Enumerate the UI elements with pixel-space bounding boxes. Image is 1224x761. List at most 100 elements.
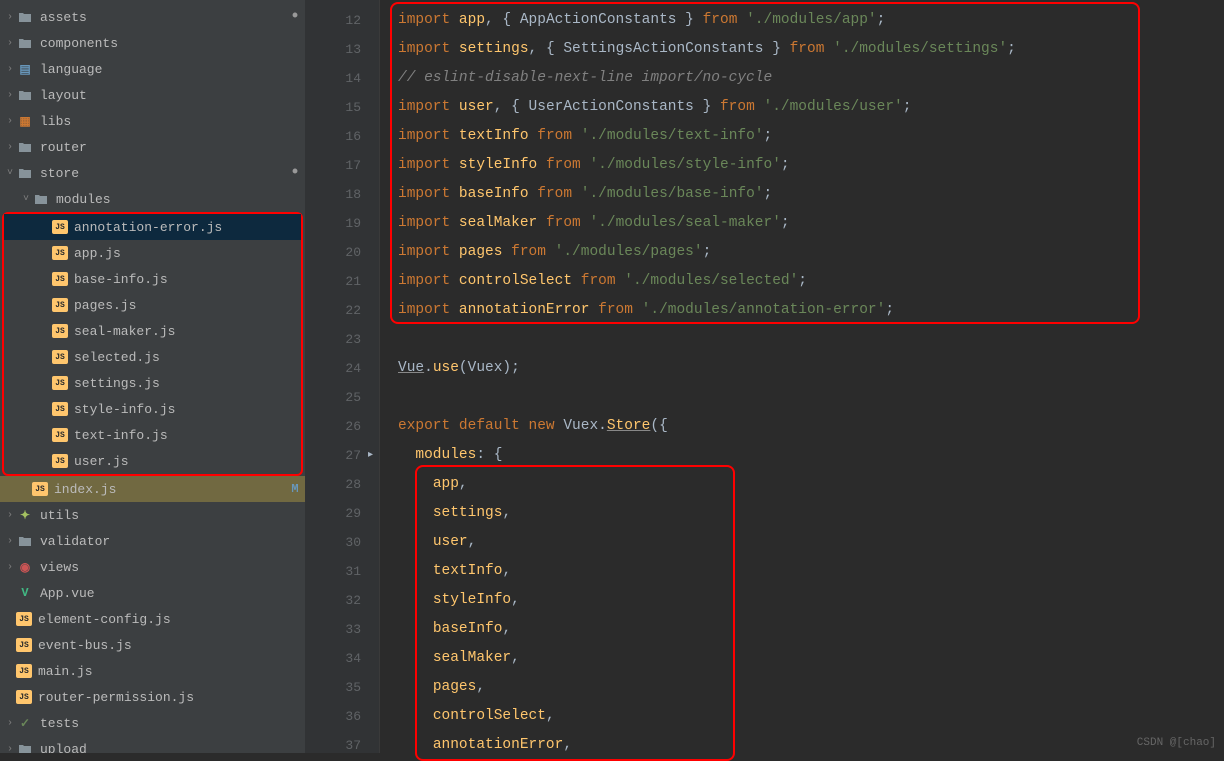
js-file-icon: JS <box>16 612 32 626</box>
tree-item[interactable]: ›▤language <box>0 56 305 82</box>
tree-item[interactable]: ›upload <box>0 736 305 753</box>
tree-item[interactable]: JSrouter-permission.js <box>0 684 305 710</box>
code-line[interactable]: // eslint-disable-next-line import/no-cy… <box>398 64 1224 93</box>
code-line[interactable]: import sealMaker from './modules/seal-ma… <box>398 209 1224 238</box>
tree-item[interactable]: ›components <box>0 30 305 56</box>
code-line[interactable]: import app, { AppActionConstants } from … <box>398 6 1224 35</box>
code-line[interactable]: import baseInfo from './modules/base-inf… <box>398 180 1224 209</box>
code-line[interactable]: import styleInfo from './modules/style-i… <box>398 151 1224 180</box>
tree-item-label: layout <box>40 88 285 103</box>
code-area[interactable]: import app, { AppActionConstants } from … <box>380 0 1224 753</box>
tree-item[interactable]: JS base-info.js <box>4 266 301 292</box>
code-line[interactable]: import controlSelect from './modules/sel… <box>398 267 1224 296</box>
tree-item[interactable]: ›◉views <box>0 554 305 580</box>
chevron-icon[interactable]: › <box>4 718 16 729</box>
chevron-icon[interactable]: › <box>4 116 16 127</box>
code-line[interactable]: import settings, { SettingsActionConstan… <box>398 35 1224 64</box>
tree-item[interactable]: JSmain.js <box>0 658 305 684</box>
line-number: 16 <box>305 122 361 151</box>
tree-item-label: assets <box>40 10 285 25</box>
code-line[interactable]: settings, <box>398 499 1224 528</box>
code-editor[interactable]: 1213141516171819202122232425262728293031… <box>305 0 1224 753</box>
line-number: 36 <box>305 702 361 731</box>
tree-item[interactable]: JSevent-bus.js <box>0 632 305 658</box>
tree-item-label: text-info.js <box>74 428 281 443</box>
tree-item[interactable]: JSsettings.js <box>4 370 301 396</box>
line-number: 24 <box>305 354 361 383</box>
tree-item-label: language <box>40 62 285 77</box>
chevron-icon[interactable]: ˅ <box>4 168 16 179</box>
code-line[interactable]: import textInfo from './modules/text-inf… <box>398 122 1224 151</box>
code-line[interactable]: textInfo, <box>398 557 1224 586</box>
tree-item[interactable]: VApp.vue <box>0 580 305 606</box>
code-line[interactable] <box>398 383 1224 412</box>
tree-item[interactable]: ›router <box>0 134 305 160</box>
tree-item[interactable]: JSselected.js <box>4 344 301 370</box>
folder-icon <box>32 191 50 207</box>
tree-item[interactable]: JSuser.js <box>4 448 301 474</box>
line-number: 32 <box>305 586 361 615</box>
modified-dot-icon: • <box>285 12 305 22</box>
chevron-icon[interactable]: › <box>4 536 16 547</box>
tree-item[interactable]: ›✦utils <box>0 502 305 528</box>
chevron-icon[interactable]: › <box>4 64 16 75</box>
line-number: 22 <box>305 296 361 325</box>
code-line[interactable]: Vue.use(Vuex); <box>398 354 1224 383</box>
tree-item-label: validator <box>40 534 285 549</box>
tree-item[interactable]: JSannotation-error.js <box>4 214 301 240</box>
chevron-icon[interactable]: › <box>4 510 16 521</box>
code-line[interactable]: pages, <box>398 673 1224 702</box>
tree-item-label: app.js <box>74 246 281 261</box>
chevron-icon[interactable]: › <box>4 12 16 23</box>
tree-item[interactable]: › layout <box>0 82 305 108</box>
js-file-icon: JS <box>52 272 68 286</box>
code-line[interactable]: user, <box>398 528 1224 557</box>
file-explorer[interactable]: ›assets•›components›▤language›layout›▦li… <box>0 0 305 753</box>
tree-item[interactable]: ˅modules <box>0 186 305 212</box>
js-file-icon: JS <box>52 298 68 312</box>
code-line[interactable]: controlSelect, <box>398 702 1224 731</box>
code-line[interactable]: export default new Vuex.Store({ <box>398 412 1224 441</box>
tree-item[interactable]: JSstyle-info.js <box>4 396 301 422</box>
tree-item-label: index.js <box>54 482 285 497</box>
chevron-icon[interactable]: › <box>4 562 16 573</box>
tree-item[interactable]: JSpages.js <box>4 292 301 318</box>
chevron-icon[interactable]: ˅ <box>20 194 32 205</box>
code-line[interactable] <box>398 325 1224 354</box>
tree-item[interactable]: › assets• <box>0 4 305 30</box>
line-number: 35 <box>305 673 361 702</box>
tree-item[interactable]: JSelement-config.js <box>0 606 305 632</box>
chevron-icon[interactable]: › <box>4 38 16 49</box>
folder-icon <box>16 35 34 51</box>
tree-item-label: base-info.js <box>74 272 281 287</box>
code-line[interactable]: app, <box>398 470 1224 499</box>
code-line[interactable]: import annotationError from './modules/a… <box>398 296 1224 325</box>
code-line[interactable]: baseInfo, <box>398 615 1224 644</box>
tree-item[interactable]: ›✓tests <box>0 710 305 736</box>
code-line[interactable]: annotationError, <box>398 731 1224 760</box>
chevron-icon[interactable]: › <box>4 744 16 754</box>
folder-icon <box>16 165 34 181</box>
tree-item[interactable]: JSindex.jsM <box>0 476 305 502</box>
js-file-icon: JS <box>52 324 68 338</box>
code-line[interactable]: sealMaker, <box>398 644 1224 673</box>
code-line[interactable]: import pages from './modules/pages'; <box>398 238 1224 267</box>
tree-item-label: settings.js <box>74 376 281 391</box>
line-number: 18 <box>305 180 361 209</box>
tree-item[interactable]: JS app.js <box>4 240 301 266</box>
code-line[interactable]: styleInfo, <box>398 586 1224 615</box>
tree-item[interactable]: ›▦libs <box>0 108 305 134</box>
code-line[interactable]: modules: { <box>398 441 1224 470</box>
tree-item[interactable]: JStext-info.js <box>4 422 301 448</box>
js-file-icon: JS <box>52 246 68 260</box>
tree-item[interactable]: ˅store• <box>0 160 305 186</box>
tree-item-label: selected.js <box>74 350 281 365</box>
chevron-icon[interactable]: › <box>4 90 16 101</box>
folder-icon <box>16 9 34 25</box>
tree-item[interactable]: JSseal-maker.js <box>4 318 301 344</box>
code-line[interactable]: import user, { UserActionConstants } fro… <box>398 93 1224 122</box>
tree-item[interactable]: › validator <box>0 528 305 554</box>
line-number: 37 <box>305 731 361 760</box>
chevron-icon[interactable]: › <box>4 142 16 153</box>
folder-icon <box>16 87 34 103</box>
